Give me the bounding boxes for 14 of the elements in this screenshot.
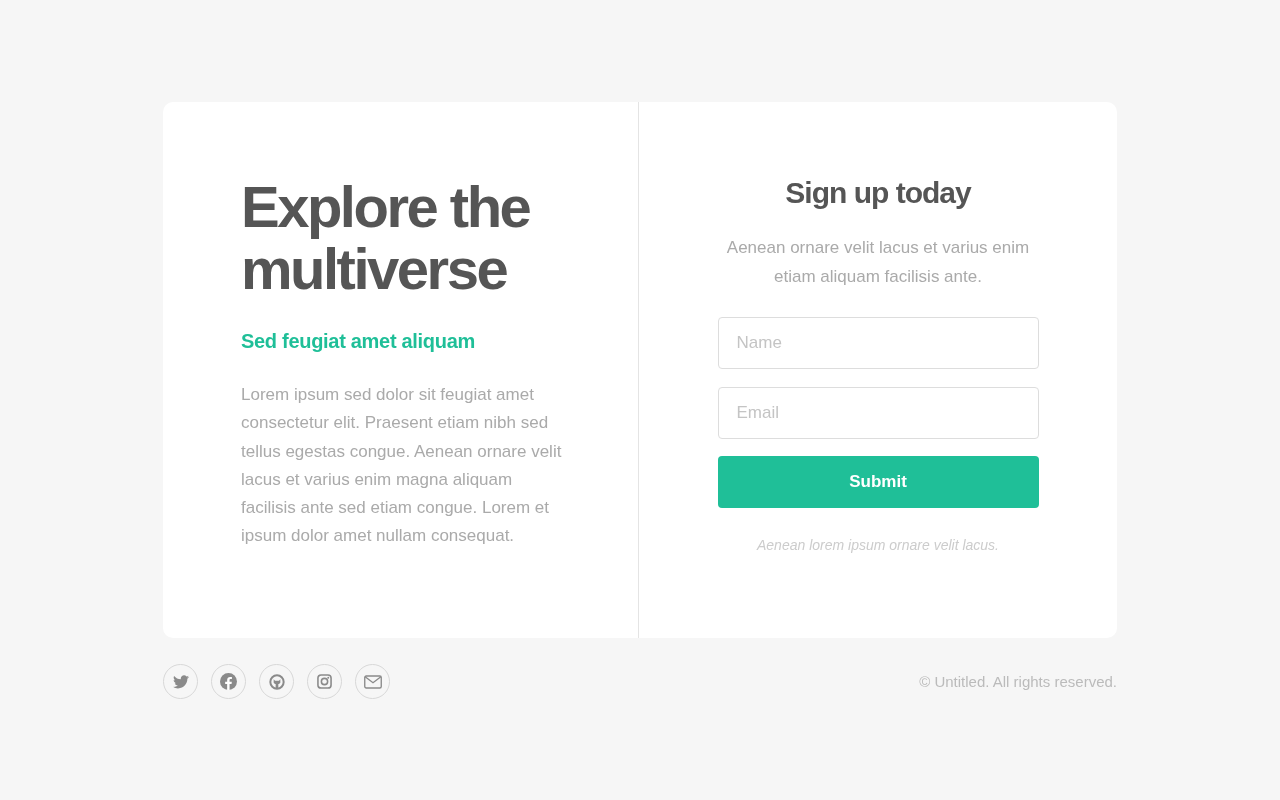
subtitle: Sed feugiat amet aliquam [241, 330, 476, 353]
cat-icon [268, 673, 285, 690]
input-field[interactable]: Email [717, 387, 1039, 439]
signup-description: Aenean ornare velit lacus et varius enim etiam aliquam facilisis ante. [725, 237, 1031, 288]
f-logo-icon [220, 673, 237, 690]
intro-paragraph: Lorem ipsum sed dolor sit feugiat amet consectetur elit. Praesent etiam nibh sed tellus egestas congue. Aenean ornare velit lacus et varius enim magna aliquam facilisis ante sed etiam congue. Lorem et ipsum dolor amet nullam consequat. [241, 384, 563, 548]
signup-title: Sign up today [785, 176, 971, 210]
submit-button[interactable]: Submit [717, 456, 1039, 508]
headline: Explore the multiverse [241, 176, 531, 300]
bird-icon [172, 674, 189, 689]
copyright: © Untitled. All rights reserved. [919, 673, 1117, 690]
camera-icon [317, 674, 332, 689]
envelope-icon [363, 674, 382, 689]
input-field[interactable]: Name [717, 317, 1039, 369]
